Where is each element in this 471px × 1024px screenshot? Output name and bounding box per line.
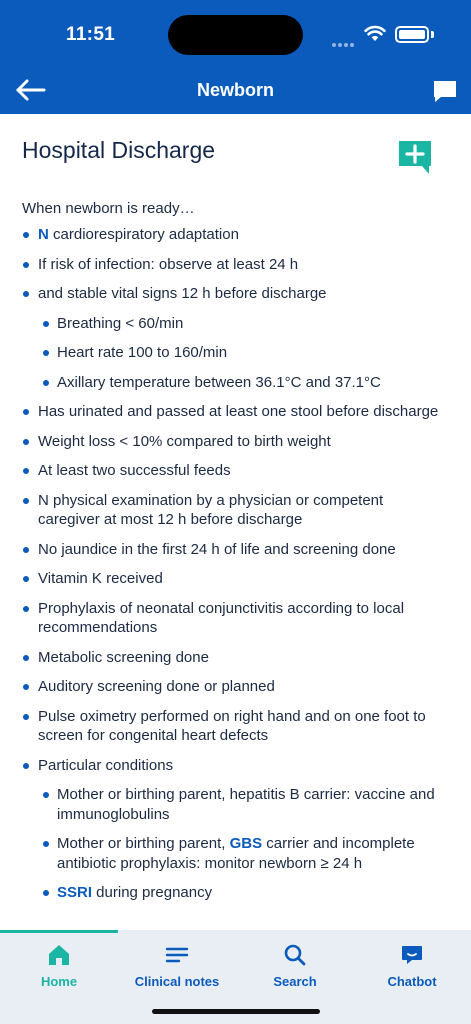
list-item-text: N physical examination by a physician or… [38, 491, 384, 529]
bullet-icon [23, 713, 29, 720]
bullet-icon [23, 546, 29, 553]
list-item-text: If risk of infection: observe at least 2… [38, 255, 299, 273]
list-item-text: No jaundice in the first 24 h of life an… [38, 540, 396, 558]
bullet-icon [43, 890, 49, 896]
bullet-icon [23, 576, 29, 582]
active-tab-indicator [0, 930, 118, 933]
list-item: Breathing < 60/min [0, 309, 471, 339]
list-item-text: cardiorespiratory adaptation [48, 226, 239, 243]
bullet-icon [23, 468, 29, 474]
status-time: 11:51 [66, 24, 116, 45]
content-area[interactable]: Hospital Discharge When newborn is ready… [0, 114, 471, 930]
list-item: Prophylaxis of neonatal conjunctivitis a… [0, 594, 471, 643]
list-item: Weight loss < 10% compared to birth weig… [0, 427, 471, 457]
list-item-text: during pregnancy [92, 884, 213, 901]
bullet-icon [43, 792, 49, 798]
list-item: Metabolic screening done [0, 643, 471, 673]
list-item-text: Weight loss < 10% compared to birth weig… [38, 432, 331, 450]
list-item-text: Pulse oximetry performed on right hand a… [38, 707, 426, 745]
bullet-icon [23, 232, 29, 238]
list-item: Axillary temperature between 36.1°C and … [0, 368, 471, 398]
list-item: Heart rate 100 to 160/min [0, 338, 471, 368]
list-item: SSRI during pregnancy [0, 878, 471, 908]
list-item: N cardiorespiratory adaptation [0, 220, 471, 250]
discharge-criteria-list: N cardiorespiratory adaptation If risk of… [0, 220, 471, 908]
list-item: No jaundice in the first 24 h of life an… [0, 535, 471, 565]
list-item-text: Prophylaxis of neonatal conjunctivitis a… [38, 599, 405, 637]
list-item-text: Breathing < 60/min [57, 314, 184, 332]
list-item-text: Has urinated and passed at least one sto… [38, 403, 439, 420]
list-item: N physical examination by a physician or… [0, 486, 471, 535]
list-item: If risk of infection: observe at least 2… [0, 250, 471, 280]
bullet-icon [23, 762, 29, 769]
home-indicator [152, 1009, 320, 1014]
bullet-icon [23, 291, 29, 297]
wifi-icon [364, 25, 386, 41]
list-item: Pulse oximetry performed on right hand a… [0, 702, 471, 751]
page-title: Hospital Discharge [22, 137, 216, 163]
list-item: At least two successful feeds [0, 456, 471, 486]
bullet-icon [23, 497, 29, 504]
bullet-icon [23, 261, 29, 268]
list-item: Auditory screening done or planned [0, 672, 471, 702]
tab-chatbot-label: Chatbot [387, 974, 437, 989]
home-icon [49, 945, 69, 965]
list-item-text: Particular conditions [38, 756, 174, 774]
intro-text: When newborn is ready… [22, 200, 195, 217]
notes-icon [165, 947, 189, 963]
list-item: Vitamin K received [0, 564, 471, 594]
nav-title: Newborn [196, 80, 274, 100]
bullet-icon [23, 654, 29, 661]
tab-clinical-notes[interactable]: Clinical notes [118, 942, 236, 1002]
search-icon [284, 944, 306, 966]
list-item-text: Mother or birthing parent, hepatitis B c… [57, 786, 435, 823]
list-item-text: Auditory screening done or planned [38, 678, 275, 695]
list-item-text: Heart rate 100 to 160/min [57, 344, 228, 361]
bullet-icon [23, 409, 29, 415]
list-item: and stable vital signs 12 h before disch… [0, 279, 471, 309]
bullet-icon [23, 605, 29, 612]
tab-home[interactable]: Home [0, 942, 118, 1002]
bullet-icon [23, 684, 29, 690]
dynamic-island [168, 15, 303, 55]
keyword-link[interactable]: N [38, 226, 49, 243]
tab-clinical-notes-label: Clinical notes [134, 974, 220, 989]
list-item-prefix: Mother or birthing parent, [57, 835, 230, 852]
chat-icon [402, 946, 422, 964]
keyword-link[interactable]: SSRI [57, 884, 92, 901]
add-note-button[interactable] [396, 138, 434, 176]
cellular-signal-icon [332, 34, 358, 47]
list-item: Mother or birthing parent, hepatitis B c… [0, 780, 471, 829]
bullet-icon [43, 320, 49, 327]
list-item-text: Axillary temperature between 36.1°C and … [57, 373, 381, 391]
app-header: 11:51 Newborn [0, 0, 471, 114]
tab-search[interactable]: Search [236, 942, 354, 1002]
tab-home-label: Home [40, 974, 78, 989]
list-item-text: Metabolic screening done [38, 648, 209, 666]
list-item-text: and stable vital signs 12 h before disch… [38, 285, 327, 302]
bullet-icon [43, 379, 49, 386]
list-item-text: At least two successful feeds [38, 462, 231, 479]
tab-chatbot[interactable]: Chatbot [353, 942, 471, 1002]
tab-search-label: Search [273, 974, 317, 989]
list-item: Mother or birthing parent, GBS carrier a… [0, 829, 471, 878]
list-item-text: Vitamin K received [38, 570, 163, 587]
bullet-icon [43, 841, 49, 847]
list-item: Particular conditions [0, 751, 471, 781]
bullet-icon [23, 438, 29, 445]
list-item: Has urinated and passed at least one sto… [0, 397, 471, 427]
keyword-link[interactable]: GBS [230, 835, 263, 852]
comment-icon[interactable] [432, 78, 458, 104]
battery-icon [395, 26, 429, 43]
bullet-icon [43, 350, 49, 356]
